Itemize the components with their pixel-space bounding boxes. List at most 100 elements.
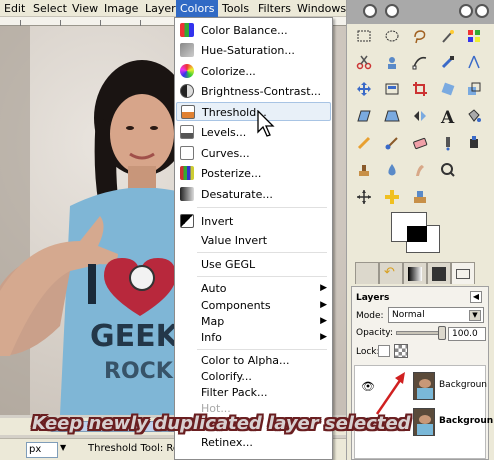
menu-select[interactable]: Select xyxy=(33,2,67,15)
rect-select-tool[interactable] xyxy=(352,24,376,48)
brightness-contrast-icon xyxy=(180,84,194,98)
foreground-select-tool[interactable] xyxy=(380,50,404,74)
rotate-tool[interactable] xyxy=(436,77,460,101)
bucket-fill-tool[interactable] xyxy=(462,104,486,128)
scissors-tool[interactable] xyxy=(352,50,376,74)
flip-tool[interactable] xyxy=(408,104,432,128)
paintbrush-tool[interactable] xyxy=(380,131,404,155)
tab-layers[interactable] xyxy=(451,262,475,284)
perspective-tool[interactable] xyxy=(380,104,404,128)
measure-tool[interactable] xyxy=(462,50,486,74)
svg-text:GEEK: GEEK xyxy=(90,319,181,354)
text-tool[interactable]: A xyxy=(436,104,460,128)
dodge-burn-tool[interactable] xyxy=(436,158,460,182)
fuzzy-select-tool[interactable] xyxy=(436,24,460,48)
menu-item-threshold[interactable]: Threshold... xyxy=(176,102,331,121)
menu-view[interactable]: View xyxy=(72,2,98,15)
menu-image[interactable]: Image xyxy=(104,2,138,15)
scale-tool[interactable] xyxy=(462,77,486,101)
menu-item-value-invert[interactable]: Value Invert xyxy=(176,231,331,250)
lock-alpha-icon[interactable] xyxy=(394,344,408,358)
menu-item-levels[interactable]: Levels... xyxy=(176,123,331,142)
perspective-clone-tool[interactable] xyxy=(408,185,432,209)
airbrush-icon xyxy=(446,137,450,151)
blur-tool[interactable] xyxy=(380,158,404,182)
fg-bg-color-swatch[interactable] xyxy=(392,213,444,257)
select-by-color-icon xyxy=(468,30,480,42)
perspective-clone-icon xyxy=(414,191,426,203)
crop-tool[interactable] xyxy=(408,77,432,101)
mode-select[interactable]: Normal ▼ xyxy=(388,307,484,323)
color-picker-tool[interactable] xyxy=(436,50,460,74)
menu-item-curves[interactable]: Curves... xyxy=(176,144,331,163)
opacity-slider[interactable] xyxy=(396,326,446,340)
tab-gradients[interactable] xyxy=(403,262,427,284)
tab-undo[interactable]: ↶ xyxy=(379,262,403,284)
slider-knob[interactable] xyxy=(438,326,446,340)
menu-item-brightness-contrast[interactable]: Brightness-Contrast... xyxy=(176,82,331,101)
menu-item-desaturate[interactable]: Desaturate... xyxy=(176,185,331,204)
free-select-tool[interactable] xyxy=(408,24,432,48)
submenu-arrow-icon: ▶ xyxy=(320,332,327,342)
color-balance-icon xyxy=(180,23,194,37)
menu-item-retinex[interactable]: Retinex... xyxy=(176,433,331,452)
menu-colors[interactable]: Colors xyxy=(176,0,219,17)
tab-tool-options[interactable] xyxy=(355,262,379,284)
pencil-tool[interactable] xyxy=(352,131,376,155)
transform-handle-tool[interactable] xyxy=(352,185,376,209)
opacity-value[interactable]: 100.0 xyxy=(448,327,486,341)
shear-tool[interactable] xyxy=(352,104,376,128)
chevron-down-icon[interactable]: ▼ xyxy=(60,443,66,452)
foreground-color[interactable] xyxy=(392,213,427,242)
text-icon: A xyxy=(440,108,455,124)
smudge-tool[interactable] xyxy=(408,158,432,182)
smudge-icon xyxy=(416,165,424,176)
align-tool[interactable] xyxy=(380,77,404,101)
tab-patterns[interactable] xyxy=(427,262,451,284)
svg-text:A: A xyxy=(440,108,455,124)
menu-item-info[interactable]: Info ▶ xyxy=(176,328,331,347)
shear-icon xyxy=(357,110,371,122)
menu-edit[interactable]: Edit xyxy=(4,2,25,15)
menu-tools[interactable]: Tools xyxy=(222,2,249,15)
submenu-arrow-icon: ▶ xyxy=(320,316,327,326)
svg-text:ROCK: ROCK xyxy=(104,359,174,384)
select-by-color-tool[interactable] xyxy=(462,24,486,48)
menu-item-use-gegl[interactable]: Use GEGL xyxy=(176,255,331,274)
mouse-cursor-icon xyxy=(257,110,275,137)
menu-item-invert[interactable]: Invert xyxy=(176,212,331,231)
airbrush-tool[interactable] xyxy=(436,131,460,155)
posterize-icon xyxy=(180,166,194,180)
paths-tool[interactable] xyxy=(408,50,432,74)
menu-separator xyxy=(197,207,327,208)
move-tool[interactable] xyxy=(352,77,376,101)
ellipse-select-tool[interactable] xyxy=(380,24,404,48)
layer-name: Backgroun xyxy=(439,416,494,426)
paths-icon xyxy=(412,56,427,70)
eraser-tool[interactable] xyxy=(408,131,432,155)
flip-icon xyxy=(414,111,426,121)
hue-saturation-icon xyxy=(180,43,194,57)
unit-select[interactable]: px xyxy=(26,442,58,458)
layers-title: Layers xyxy=(356,293,390,303)
menu-item-hue-saturation[interactable]: Hue-Saturation... xyxy=(176,41,331,60)
ink-tool[interactable] xyxy=(462,131,486,155)
rect-select-icon xyxy=(357,30,371,42)
layer-name: Backgroun xyxy=(439,380,487,390)
menu-bar: Edit Select View Image Layer Colors Tool… xyxy=(0,0,346,17)
panel-menu-arrow-icon[interactable]: ◀ xyxy=(470,291,482,303)
menu-item-color-balance[interactable]: Color Balance... xyxy=(176,21,331,40)
mode-label: Mode: xyxy=(356,311,384,321)
clone-tool[interactable] xyxy=(352,158,376,182)
menu-item-posterize[interactable]: Posterize... xyxy=(176,164,331,183)
lock-pixels-checkbox[interactable] xyxy=(378,345,390,357)
bucket-icon xyxy=(468,109,481,122)
heal-tool[interactable] xyxy=(380,185,404,209)
threshold-icon xyxy=(181,105,195,119)
curves-icon xyxy=(180,146,194,160)
desaturate-icon xyxy=(180,187,194,201)
menu-filters[interactable]: Filters xyxy=(258,2,291,15)
menu-layer[interactable]: Layer xyxy=(145,2,176,15)
menu-item-colorize[interactable]: Colorize... xyxy=(176,62,331,81)
menu-windows[interactable]: Windows xyxy=(297,2,346,15)
